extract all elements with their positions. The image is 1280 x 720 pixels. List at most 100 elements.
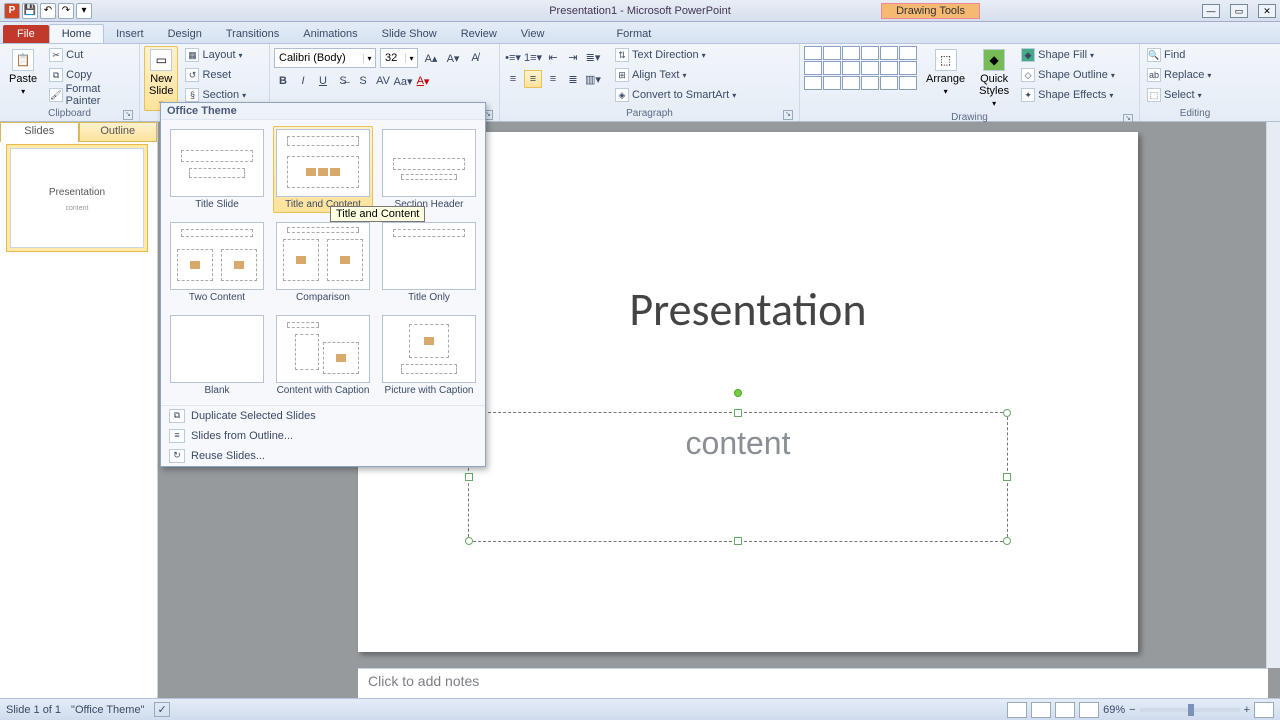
char-spacing-button[interactable]: AV bbox=[374, 72, 392, 90]
zoom-in-button[interactable]: + bbox=[1244, 704, 1250, 716]
reuse-slides-cmd[interactable]: ↻Reuse Slides... bbox=[161, 446, 485, 466]
dec-indent-button[interactable]: ⇤ bbox=[544, 48, 562, 66]
duplicate-slides-cmd[interactable]: ⧉Duplicate Selected Slides bbox=[161, 406, 485, 426]
underline-button[interactable]: U bbox=[314, 72, 332, 90]
line-spacing-button[interactable]: ≣▾ bbox=[584, 48, 602, 66]
font-size-combo[interactable]: ▾ bbox=[380, 48, 418, 68]
convert-smartart-button[interactable]: ◈Convert to SmartArt▾ bbox=[612, 86, 739, 104]
layout-content-with-caption[interactable]: Content with Caption bbox=[273, 312, 373, 399]
shrink-font-button[interactable]: A▾ bbox=[444, 49, 462, 67]
tab-format[interactable]: Format bbox=[604, 25, 663, 43]
shape-effects-button[interactable]: ✦Shape Effects▾ bbox=[1018, 86, 1118, 104]
slideshow-view-button[interactable] bbox=[1079, 702, 1099, 718]
align-center-button[interactable]: ≡ bbox=[524, 70, 542, 88]
reading-view-button[interactable] bbox=[1055, 702, 1075, 718]
layout-section-header[interactable]: Section Header bbox=[379, 126, 479, 213]
clear-formatting-button[interactable]: A̸ bbox=[466, 49, 484, 67]
quick-styles-button[interactable]: ◆Quick Styles▾ bbox=[974, 46, 1014, 111]
normal-view-button[interactable] bbox=[1007, 702, 1027, 718]
shadow-button[interactable]: S bbox=[354, 72, 372, 90]
inc-indent-button[interactable]: ⇥ bbox=[564, 48, 582, 66]
columns-button[interactable]: ▥▾ bbox=[584, 70, 602, 88]
resize-handle[interactable] bbox=[465, 473, 473, 481]
format-painter-button[interactable]: 🖌Format Painter bbox=[46, 86, 135, 104]
layout-picture-with-caption[interactable]: Picture with Caption bbox=[379, 312, 479, 399]
dialog-launcher-icon[interactable]: ↘ bbox=[783, 110, 793, 120]
qat-customize-icon[interactable]: ▾ bbox=[76, 3, 92, 19]
align-right-button[interactable]: ≡ bbox=[544, 70, 562, 88]
numbering-button[interactable]: 1≡▾ bbox=[524, 48, 542, 66]
maximize-button[interactable]: ▭ bbox=[1230, 4, 1248, 18]
font-color-button[interactable]: A▾ bbox=[414, 72, 432, 90]
panel-tab-outline[interactable]: Outline bbox=[79, 122, 158, 142]
shape-outline-button[interactable]: ◇Shape Outline▾ bbox=[1018, 66, 1118, 84]
tab-review[interactable]: Review bbox=[449, 25, 509, 43]
layout-title-slide[interactable]: Title Slide bbox=[167, 126, 267, 213]
notes-pane[interactable]: Click to add notes bbox=[358, 668, 1268, 698]
change-case-button[interactable]: Aa▾ bbox=[394, 72, 412, 90]
resize-handle[interactable] bbox=[734, 537, 742, 545]
layout-title-only[interactable]: Title Only bbox=[379, 219, 479, 306]
tab-slideshow[interactable]: Slide Show bbox=[370, 25, 449, 43]
layout-blank[interactable]: Blank bbox=[167, 312, 267, 399]
minimize-button[interactable]: — bbox=[1202, 4, 1220, 18]
vertical-scrollbar[interactable] bbox=[1266, 122, 1280, 668]
thumbnail-list[interactable]: 1 Presentation content bbox=[0, 142, 157, 698]
replace-button[interactable]: abReplace▾ bbox=[1144, 66, 1214, 84]
spell-check-icon[interactable]: ✓ bbox=[154, 702, 169, 717]
layout-title-and-content[interactable]: Title and Content bbox=[273, 126, 373, 213]
zoom-slider[interactable] bbox=[1140, 708, 1240, 712]
zoom-out-button[interactable]: − bbox=[1129, 704, 1135, 716]
chevron-down-icon[interactable]: ▾ bbox=[363, 54, 375, 63]
tab-insert[interactable]: Insert bbox=[104, 25, 156, 43]
font-size-input[interactable] bbox=[381, 52, 405, 64]
resize-handle[interactable] bbox=[1003, 473, 1011, 481]
undo-icon[interactable]: ↶ bbox=[40, 3, 56, 19]
cut-button[interactable]: ✂Cut bbox=[46, 46, 135, 64]
justify-button[interactable]: ≣ bbox=[564, 70, 582, 88]
tab-animations[interactable]: Animations bbox=[291, 25, 369, 43]
slides-from-outline-cmd[interactable]: ≡Slides from Outline... bbox=[161, 426, 485, 446]
tab-file[interactable]: File bbox=[3, 25, 49, 43]
tab-view[interactable]: View bbox=[509, 25, 557, 43]
sorter-view-button[interactable] bbox=[1031, 702, 1051, 718]
layout-comparison[interactable]: Comparison bbox=[273, 219, 373, 306]
italic-button[interactable]: I bbox=[294, 72, 312, 90]
rotate-handle[interactable] bbox=[734, 389, 742, 397]
zoom-percent[interactable]: 69% bbox=[1103, 704, 1125, 716]
panel-tab-slides[interactable]: Slides bbox=[0, 122, 79, 142]
copy-button[interactable]: ⧉Copy bbox=[46, 66, 135, 84]
bullets-button[interactable]: •≡▾ bbox=[504, 48, 522, 66]
chevron-down-icon[interactable]: ▾ bbox=[405, 54, 417, 63]
grow-font-button[interactable]: A▴ bbox=[422, 49, 440, 67]
align-text-button[interactable]: ⊞Align Text▾ bbox=[612, 66, 739, 84]
slide-title-text[interactable]: Presentation bbox=[629, 282, 866, 338]
layout-two-content[interactable]: Two Content bbox=[167, 219, 267, 306]
dialog-launcher-icon[interactable]: ↘ bbox=[123, 110, 133, 120]
slide-thumbnail[interactable]: Presentation content bbox=[10, 148, 144, 248]
arrange-button[interactable]: ⬚Arrange▾ bbox=[921, 46, 970, 99]
paste-button[interactable]: 📋 Paste ▾ bbox=[4, 46, 42, 99]
find-button[interactable]: 🔍Find bbox=[1144, 46, 1214, 64]
layout-button[interactable]: ▦Layout▾ bbox=[182, 46, 249, 64]
font-name-input[interactable] bbox=[275, 52, 363, 64]
shapes-gallery[interactable] bbox=[804, 46, 917, 90]
resize-handle[interactable] bbox=[1003, 409, 1011, 417]
align-left-button[interactable]: ≡ bbox=[504, 70, 522, 88]
resize-handle[interactable] bbox=[734, 409, 742, 417]
text-direction-button[interactable]: ⇅Text Direction▾ bbox=[612, 46, 739, 64]
strikethrough-button[interactable]: S̶ bbox=[334, 72, 352, 90]
tab-design[interactable]: Design bbox=[156, 25, 214, 43]
select-button[interactable]: ⬚Select▾ bbox=[1144, 86, 1214, 104]
content-placeholder[interactable]: content bbox=[468, 412, 1008, 542]
content-text[interactable]: content bbox=[686, 425, 791, 462]
reset-button[interactable]: ↺Reset bbox=[182, 66, 249, 84]
shape-fill-button[interactable]: ◆Shape Fill▾ bbox=[1018, 46, 1118, 64]
close-button[interactable]: ✕ bbox=[1258, 4, 1276, 18]
font-name-combo[interactable]: ▾ bbox=[274, 48, 376, 68]
resize-handle[interactable] bbox=[1003, 537, 1011, 545]
save-icon[interactable]: 💾 bbox=[22, 3, 38, 19]
resize-handle[interactable] bbox=[465, 537, 473, 545]
bold-button[interactable]: B bbox=[274, 72, 292, 90]
tab-home[interactable]: Home bbox=[49, 24, 104, 43]
